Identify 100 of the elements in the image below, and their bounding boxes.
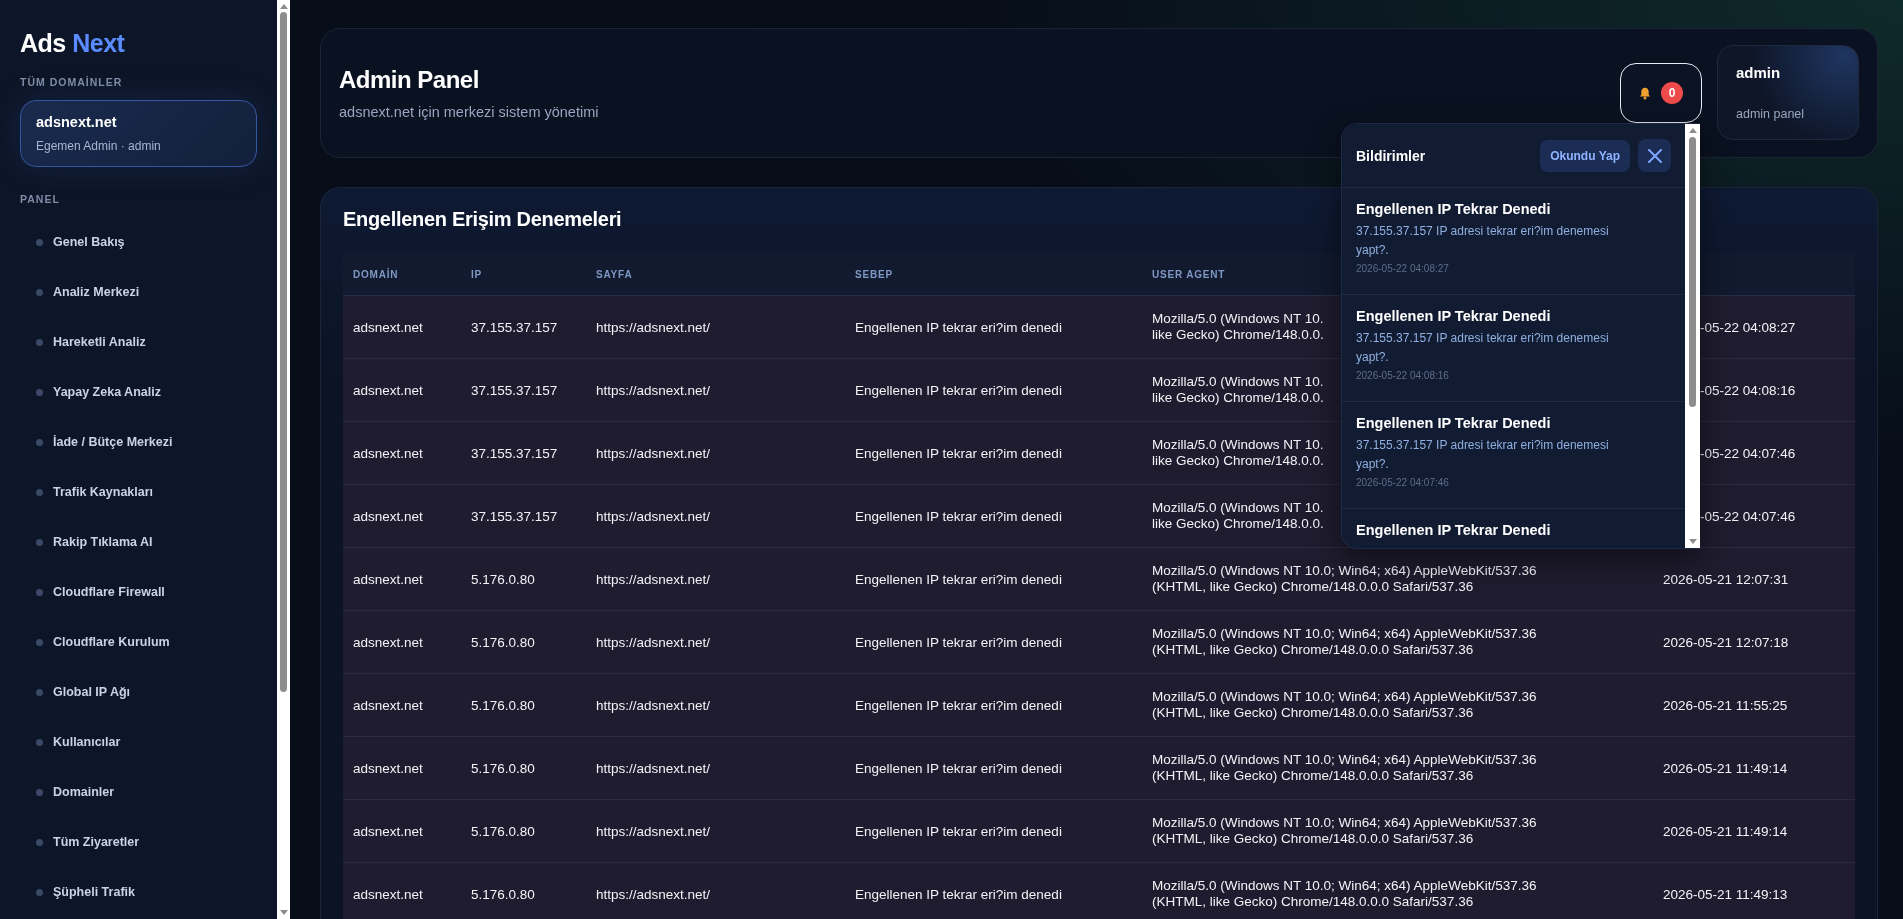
scrollbar[interactable] xyxy=(277,0,290,919)
notification-message: 37.155.37.157 IP adresi tekrar eri?im denemesi yapt?. xyxy=(1356,437,1610,474)
sidebar-item[interactable]: Yapay Zeka Analiz xyxy=(20,380,161,404)
bell-icon xyxy=(1639,86,1651,100)
table-cell-text: https://adsnext.net/ xyxy=(595,319,712,335)
sidebar-item[interactable]: Genel Bakış xyxy=(20,230,125,254)
notification-time: 2026-05-22 04:08:27 xyxy=(1356,263,1449,275)
table-cell: Mozilla/5.0 (Windows NT 10. xyxy=(1152,436,1324,453)
table-cell-text: https://adsnext.net/ xyxy=(595,382,712,398)
table-cell-text: Engellenen IP tekrar eri?im denedi xyxy=(854,382,1063,398)
table-cell-text: adsnext.net xyxy=(352,886,424,902)
bullet-icon xyxy=(36,688,43,696)
table-cell: Mozilla/5.0 (Windows NT 10. xyxy=(1152,499,1324,516)
brand-logo: Ads Next xyxy=(20,29,125,58)
table-cell-text: Engellenen IP tekrar eri?im denedi xyxy=(854,697,1063,713)
notification-button[interactable]: 0 xyxy=(1620,63,1702,123)
sidebar-item[interactable]: Şüpheli Trafik xyxy=(20,880,135,904)
sidebar-item[interactable]: Cloudflare Firewall xyxy=(20,580,165,604)
sidebar-item[interactable]: Rakip Tıklama AI xyxy=(20,530,153,554)
sidebar-item[interactable]: Tüm Ziyaretler xyxy=(20,830,140,854)
notification-title[interactable]: Engellenen IP Tekrar Denedi xyxy=(1356,522,1551,538)
table-cell-text: https://adsnext.net/ xyxy=(595,634,712,650)
column-header: SEBEP xyxy=(855,268,893,280)
notification-time: 2026-05-22 04:07:46 xyxy=(1356,477,1449,489)
bullet-icon xyxy=(36,738,43,746)
user-card[interactable]: admin admin panel xyxy=(1717,45,1859,140)
table-cell-text: adsnext.net xyxy=(352,571,424,587)
table-cell-text: adsnext.net xyxy=(352,319,424,335)
table-cell-text: Engellenen IP tekrar eri?im denedi xyxy=(854,760,1063,776)
panel-title: Bildirimler xyxy=(1356,147,1426,164)
notification-count-badge: 0 xyxy=(1661,82,1683,104)
table-cell: 2026-05-21 11:55:25 xyxy=(1663,697,1788,713)
table-cell-text: 5.176.0.80 xyxy=(470,697,536,713)
table-cell-text: Mozilla/5.0 (Windows NT 10.0; Win64; x64) AppleWebKit/537.36 (KHTML, like Gecko) Chrome/148.0.0.0 Safari/537.36 xyxy=(1151,814,1538,848)
table-cell-text: 37.155.37.157 xyxy=(470,445,559,461)
table-cell: 2026-05-21 11:49:14 xyxy=(1663,760,1788,776)
sidebar-item[interactable]: Kullanıcılar xyxy=(20,730,121,754)
table-cell-text: 37.155.37.157 xyxy=(470,508,559,524)
table-cell: -05-22 04:08:27 xyxy=(1700,319,1796,335)
sidebar-item[interactable]: Analiz Merkezi xyxy=(20,280,140,304)
table-cell-text: Engellenen IP tekrar eri?im denedi xyxy=(854,571,1063,587)
table-cell-text: 37.155.37.157 xyxy=(470,382,559,398)
bullet-icon xyxy=(36,838,43,846)
table-cell: Mozilla/5.0 (Windows NT 10. xyxy=(1152,373,1324,390)
sidebar-item[interactable]: Trafik Kaynakları xyxy=(20,480,154,504)
table-cell: 2026-05-21 11:49:14 xyxy=(1663,823,1788,839)
section-heading: TÜM DOMAİNLER xyxy=(20,76,123,88)
table-cell-text: adsnext.net xyxy=(352,823,424,839)
table-cell: -05-22 04:07:46 xyxy=(1700,508,1796,524)
notification-title[interactable]: Engellenen IP Tekrar Denedi xyxy=(1356,415,1551,431)
table-cell: 2026-05-21 11:49:13 xyxy=(1663,886,1788,902)
sidebar-item[interactable]: Global IP Ağı xyxy=(20,680,131,704)
table-cell-text: 37.155.37.157 xyxy=(470,319,559,335)
bullet-icon xyxy=(36,488,43,496)
column-header: IP xyxy=(471,268,483,280)
table-cell: like Gecko) Chrome/148.0.0. xyxy=(1152,327,1324,344)
table-cell: 2026-05-21 12:07:18 xyxy=(1663,634,1789,650)
table-cell: like Gecko) Chrome/148.0.0. xyxy=(1152,453,1324,470)
table-cell-text: https://adsnext.net/ xyxy=(595,760,712,776)
table-cell-text: 5.176.0.80 xyxy=(470,823,536,839)
table-cell-text: https://adsnext.net/ xyxy=(595,697,712,713)
table-cell-text: adsnext.net xyxy=(352,760,424,776)
user-name: admin xyxy=(1736,64,1782,81)
sidebar-item[interactable]: Cloudflare Kurulum xyxy=(20,630,170,654)
table-cell-text: Mozilla/5.0 (Windows NT 10.0; Win64; x64) AppleWebKit/537.36 (KHTML, like Gecko) Chrome/148.0.0.0 Safari/537.36 xyxy=(1151,877,1538,911)
table-cell-text: https://adsnext.net/ xyxy=(595,508,712,524)
table-cell-text: Engellenen IP tekrar eri?im denedi xyxy=(854,508,1063,524)
bullet-icon xyxy=(36,438,43,446)
table-cell-text: 5.176.0.80 xyxy=(470,571,536,587)
table-cell: -05-22 04:07:46 xyxy=(1700,445,1796,461)
column-header: USER AGENT xyxy=(1152,268,1226,280)
notification-message: 37.155.37.157 IP adresi tekrar eri?im denemesi yapt?. xyxy=(1356,223,1610,260)
domain-owner: Egemen Admin · admin xyxy=(36,139,162,153)
close-button[interactable] xyxy=(1638,139,1671,172)
scrollbar[interactable] xyxy=(1685,124,1700,548)
table-cell-text: Mozilla/5.0 (Windows NT 10.0; Win64; x64) AppleWebKit/537.36 (KHTML, like Gecko) Chrome/148.0.0.0 Safari/537.36 xyxy=(1151,688,1538,722)
mark-read-button[interactable]: Okundu Yap xyxy=(1540,139,1630,172)
sidebar-item[interactable]: Domainler xyxy=(20,780,115,804)
sidebar-item[interactable]: Hareketli Analiz xyxy=(20,330,146,354)
notification-time: 2026-05-22 04:08:16 xyxy=(1356,370,1449,382)
bullet-icon xyxy=(36,388,43,396)
table-title: Engellenen Erişim Denemeleri xyxy=(343,208,622,231)
column-header: SAYFA xyxy=(596,268,633,280)
column-header: DOMAİN xyxy=(353,268,399,280)
table-cell: like Gecko) Chrome/148.0.0. xyxy=(1152,390,1324,407)
sidebar-item[interactable]: İade / Bütçe Merkezi xyxy=(20,430,173,454)
notification-message: 37.155.37.157 IP adresi tekrar eri?im denemesi yapt?. xyxy=(1356,330,1610,367)
bullet-icon xyxy=(36,538,43,546)
notification-title[interactable]: Engellenen IP Tekrar Denedi xyxy=(1356,308,1551,324)
bullet-icon xyxy=(36,338,43,346)
table-cell-text: https://adsnext.net/ xyxy=(595,571,712,587)
table-cell-text: adsnext.net xyxy=(352,445,424,461)
notification-title[interactable]: Engellenen IP Tekrar Denedi xyxy=(1356,201,1551,217)
table-cell-text: adsnext.net xyxy=(352,508,424,524)
bullet-icon xyxy=(36,788,43,796)
table-cell-text: Engellenen IP tekrar eri?im denedi xyxy=(854,445,1063,461)
table-cell-text: adsnext.net xyxy=(352,697,424,713)
close-icon xyxy=(1647,148,1662,163)
table-cell-text: 5.176.0.80 xyxy=(470,760,536,776)
domain-card[interactable]: adsnext.net Egemen Admin · admin xyxy=(20,100,257,167)
